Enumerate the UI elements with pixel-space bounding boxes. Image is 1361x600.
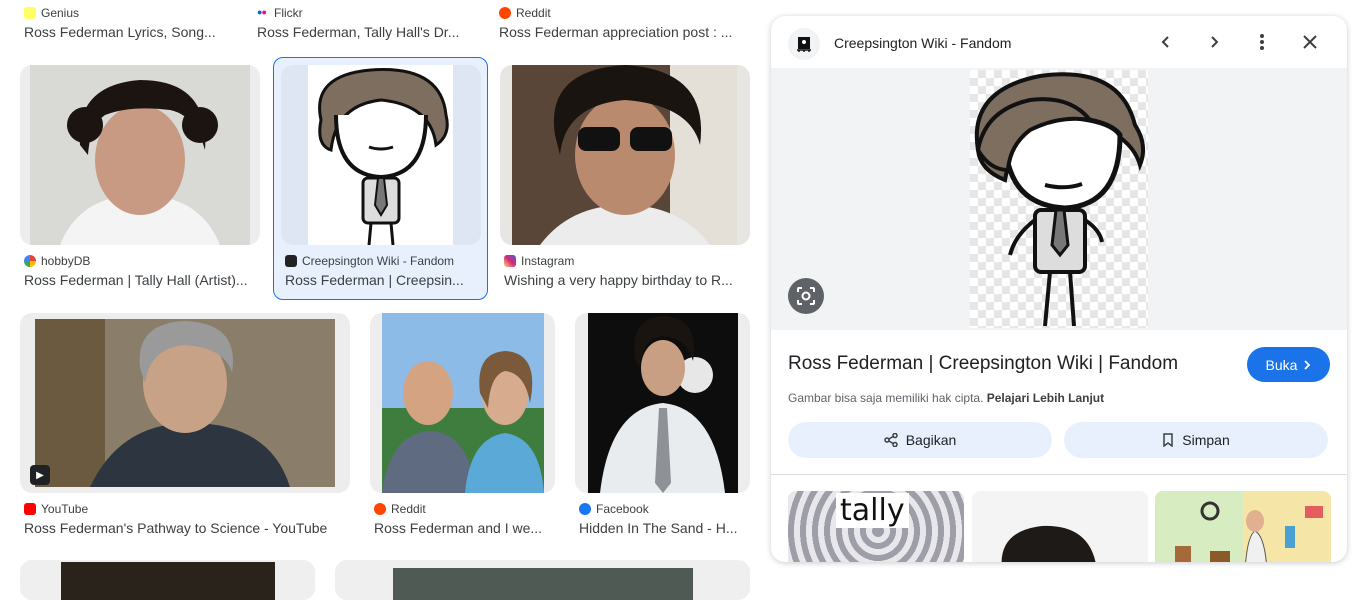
share-button[interactable]: Bagikan <box>788 422 1052 458</box>
youtube-icon <box>24 503 36 515</box>
result-image[interactable] <box>500 65 750 245</box>
close-icon[interactable] <box>1298 30 1322 54</box>
photo-two-people <box>382 313 544 493</box>
result-caption[interactable]: Wishing a very happy birthday to R... <box>504 272 747 288</box>
next-icon[interactable] <box>1202 30 1226 54</box>
share-icon <box>883 433 898 447</box>
related-drawing <box>1001 525 1096 562</box>
result-caption[interactable]: Ross Federman's Pathway to Science - You… <box>24 520 350 536</box>
result-image[interactable] <box>370 313 555 493</box>
facebook-icon <box>579 503 591 515</box>
panel-site-name[interactable]: Creepsington Wiki - Fandom <box>834 35 1011 51</box>
instagram-icon <box>504 255 516 267</box>
related-image[interactable]: tally <box>788 491 964 562</box>
learn-more-link[interactable]: Pelajari Lebih Lanjut <box>987 391 1104 405</box>
related-illustration <box>1155 491 1323 562</box>
result-image[interactable] <box>335 560 750 600</box>
result-source[interactable]: Genius <box>24 6 79 20</box>
result-source[interactable]: Instagram <box>504 254 574 268</box>
previous-icon[interactable] <box>1154 30 1178 54</box>
panel-header: Creepsington Wiki - Fandom <box>771 16 1347 68</box>
result-source[interactable]: Facebook <box>579 502 649 516</box>
genius-icon <box>24 7 36 19</box>
result-image[interactable]: ▶ <box>20 313 350 493</box>
cartoon-character-image <box>974 72 1146 327</box>
flickr-icon: ●● <box>257 7 267 17</box>
result-source[interactable]: Reddit <box>499 6 551 20</box>
photo-partial <box>393 568 693 600</box>
photo-partial <box>61 562 275 600</box>
result-caption[interactable]: Ross Federman | Creepsin... <box>285 272 475 288</box>
photo-sunglasses <box>512 65 737 245</box>
play-icon: ▶ <box>30 465 50 485</box>
site-logo-icon[interactable] <box>788 28 820 60</box>
result-caption[interactable]: Ross Federman and I we... <box>374 520 554 536</box>
result-source[interactable]: YouTube <box>24 502 88 516</box>
video-thumbnail <box>35 319 335 487</box>
photo-portrait <box>30 65 250 245</box>
open-button[interactable]: Buka <box>1247 347 1330 382</box>
result-caption[interactable]: Ross Federman | Tally Hall (Artist)... <box>24 272 260 288</box>
result-caption[interactable]: Ross Federman Lyrics, Song... <box>24 24 234 40</box>
image-preview-panel: Creepsington Wiki - Fandom Ross Federman… <box>771 16 1347 562</box>
result-image[interactable] <box>20 65 260 245</box>
chevron-right-icon <box>1304 359 1311 370</box>
result-source[interactable]: ●● Flickr <box>257 6 303 20</box>
result-image[interactable] <box>575 313 750 493</box>
result-image[interactable] <box>281 65 481 245</box>
save-button[interactable]: Simpan <box>1064 422 1328 458</box>
reddit-icon <box>499 7 511 19</box>
image-results-grid: Genius Ross Federman Lyrics, Song... ●● … <box>0 0 760 600</box>
panel-divider <box>771 474 1347 475</box>
result-caption[interactable]: Ross Federman appreciation post : ... <box>499 24 747 40</box>
more-options-icon[interactable] <box>1250 30 1274 54</box>
result-source[interactable]: hobbyDB <box>24 254 90 268</box>
result-source[interactable]: Creepsington Wiki - Fandom <box>285 254 454 268</box>
cartoon-drawing <box>308 65 453 245</box>
result-image[interactable] <box>20 560 315 600</box>
photo-tie <box>588 313 738 493</box>
reddit-icon <box>374 503 386 515</box>
result-caption[interactable]: Hidden In The Sand - H... <box>579 520 747 536</box>
related-image[interactable] <box>972 491 1148 562</box>
result-caption[interactable]: Ross Federman, Tally Hall's Dr... <box>257 24 477 40</box>
bookmark-icon <box>1163 433 1174 447</box>
related-image[interactable] <box>1155 491 1331 562</box>
panel-title[interactable]: Ross Federman | Creepsington Wiki | Fand… <box>788 353 1178 375</box>
related-image-text: tally <box>836 493 909 528</box>
preview-image-area[interactable] <box>771 68 1347 330</box>
copyright-notice: Gambar bisa saja memiliki hak cipta. Pel… <box>788 391 1105 405</box>
hobbydb-icon <box>24 255 36 267</box>
result-source[interactable]: Reddit <box>374 502 426 516</box>
lens-search-icon[interactable] <box>788 278 824 314</box>
fandom-icon <box>285 255 297 267</box>
